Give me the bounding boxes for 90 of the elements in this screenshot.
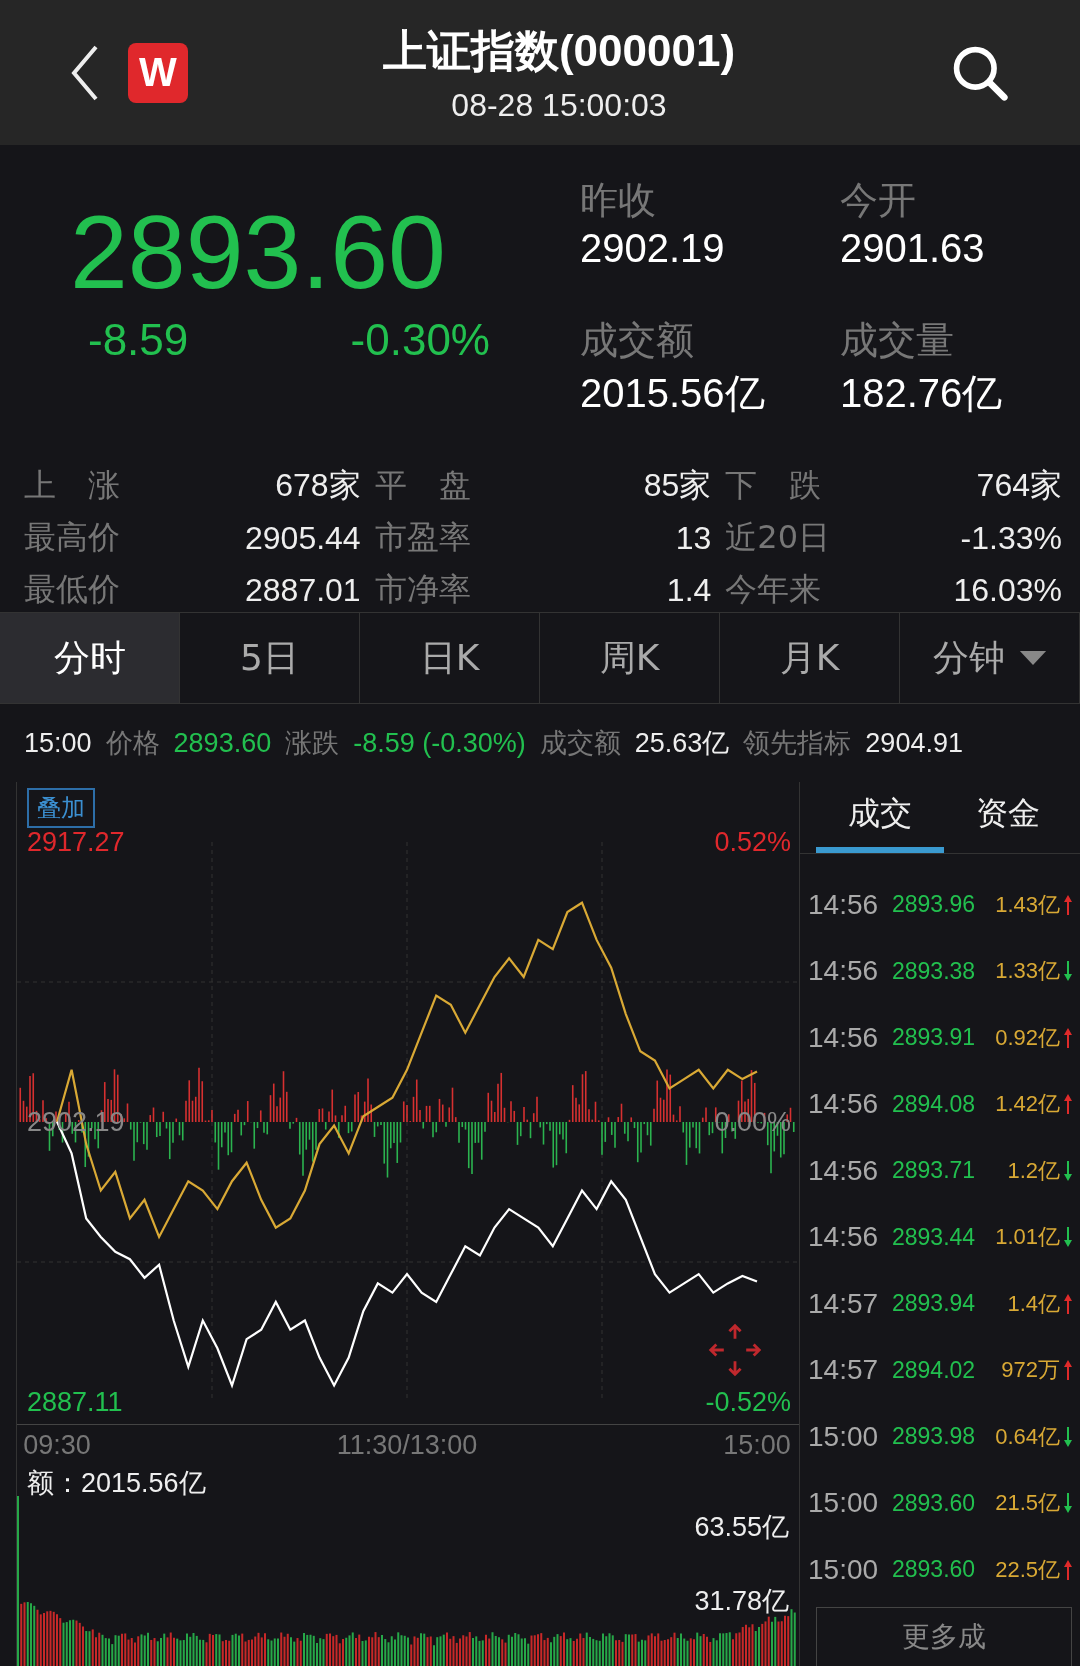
percent-change: -0.30% <box>350 315 490 366</box>
stat-label: 最低价 <box>24 569 120 610</box>
trade-time: 14:57 <box>808 1287 880 1320</box>
stat-label: 近20日 <box>725 517 831 558</box>
trade-time: 14:56 <box>808 1154 880 1187</box>
field-value: 2901.63 <box>840 226 986 271</box>
trade-price: 2893.96 <box>892 891 977 919</box>
stat-value: 764家 <box>976 466 1062 505</box>
current-price: 2893.60 <box>70 195 447 310</box>
price-change: -8.59 <box>88 315 189 366</box>
trade-time: 15:00 <box>808 1487 880 1520</box>
stat-label: 市净率 <box>374 569 471 610</box>
info-value: -8.59 (-0.30%) <box>353 727 526 759</box>
trade-time: 14:57 <box>808 1354 880 1387</box>
trade-time: 14:56 <box>808 888 880 921</box>
field-label: 昨收 <box>580 177 657 224</box>
trade-time: 14:56 <box>808 1221 880 1254</box>
trade-price: 2894.08 <box>892 1090 977 1118</box>
trade-price: 2893.44 <box>892 1223 977 1251</box>
info-label: 价格 <box>105 727 160 760</box>
stat-value: -1.33% <box>960 519 1062 557</box>
axis-label: -0.52% <box>705 1388 791 1416</box>
field-label: 成交额 <box>580 317 695 364</box>
info-value: 2904.91 <box>865 727 963 759</box>
trade-price: 2893.71 <box>892 1157 977 1185</box>
trade-amount: 21.5亿 <box>994 1489 1060 1518</box>
trade-time: 14:56 <box>808 1088 880 1121</box>
stat-label: 今年来 <box>725 569 822 610</box>
axis-label: 31.78亿 <box>694 1585 789 1618</box>
trade-amount: 972万 <box>1000 1356 1060 1385</box>
info-value: 2893.60 <box>173 727 272 759</box>
time-label: 11:30/13:00 <box>336 1430 478 1461</box>
field-value: 2015.56亿 <box>580 370 766 417</box>
trade-amount: 22.5亿 <box>994 1555 1060 1584</box>
stat-value: 13 <box>675 519 712 557</box>
axis-label: 0.52% <box>714 828 791 856</box>
trade-amount: 0.64亿 <box>994 1422 1060 1451</box>
trade-price: 2893.94 <box>892 1290 977 1318</box>
trade-amount: 1.43亿 <box>994 890 1060 919</box>
axis-label: 2917.27 <box>27 828 125 856</box>
move-icon[interactable] <box>707 1322 763 1378</box>
trade-amount: 1.2亿 <box>1006 1156 1060 1185</box>
trade-price: 2894.02 <box>892 1356 977 1384</box>
trade-amount: 1.33亿 <box>994 957 1060 986</box>
time-label: 09:30 <box>23 1430 91 1461</box>
stat-label: 市盈率 <box>374 517 471 558</box>
trade-amount: 0.92亿 <box>994 1023 1060 1052</box>
trade-price: 2893.60 <box>892 1489 977 1517</box>
field-value: 182.76亿 <box>840 370 1004 417</box>
trade-time: 15:00 <box>808 1420 880 1453</box>
more-button[interactable]: 更多成 <box>816 1607 1072 1666</box>
overlay-button[interactable]: 叠加 <box>27 788 95 828</box>
timestamp: 08-28 15:00:03 <box>451 86 667 124</box>
stat-value: 85家 <box>643 466 712 505</box>
info-value: 25.63亿 <box>634 727 730 760</box>
trade-amount: 1.42亿 <box>994 1090 1060 1119</box>
stat-label: 上 涨 <box>24 465 120 506</box>
volume-total: 额：2015.56亿 <box>27 1467 206 1500</box>
info-label: 成交额 <box>539 727 621 760</box>
stat-value: 678家 <box>275 466 361 505</box>
stat-value: 1.4 <box>666 571 712 609</box>
stat-label: 平 盘 <box>374 465 471 506</box>
trade-time: 14:56 <box>808 1021 880 1054</box>
trade-price: 2893.38 <box>892 957 977 985</box>
field-label: 今开 <box>840 177 917 224</box>
panel-tab[interactable]: 成交 <box>816 782 944 853</box>
trade-price: 2893.98 <box>892 1423 977 1451</box>
trade-time: 14:56 <box>808 955 880 988</box>
trade-amount: 1.4亿 <box>1006 1289 1060 1318</box>
trade-time: 15:00 <box>808 1553 880 1586</box>
stat-value: 2905.44 <box>245 519 361 557</box>
chart-tab[interactable]: 分时 <box>0 613 180 703</box>
stat-label: 最高价 <box>24 517 120 558</box>
stat-value: 2887.01 <box>245 571 361 609</box>
stat-label: 下 跌 <box>725 465 822 506</box>
axis-label: 2887.11 <box>27 1388 123 1416</box>
axis-label: 63.55亿 <box>694 1511 789 1544</box>
info-label: 领先指标 <box>743 727 852 760</box>
stock-title: 上证指数(000001) <box>382 24 736 77</box>
field-value: 2902.19 <box>580 226 726 271</box>
info-label: 涨跌 <box>285 727 340 760</box>
time-label: 15:00 <box>723 1430 791 1461</box>
panel-tab[interactable]: 资金 <box>944 782 1072 853</box>
trade-price: 2893.91 <box>892 1024 977 1052</box>
field-label: 成交量 <box>840 317 955 364</box>
info-time: 15:00 <box>24 727 92 759</box>
trade-amount: 1.01亿 <box>994 1223 1060 1252</box>
stat-value: 16.03% <box>953 571 1062 609</box>
trade-price: 2893.60 <box>892 1556 977 1584</box>
app-logo[interactable]: W <box>128 42 188 103</box>
